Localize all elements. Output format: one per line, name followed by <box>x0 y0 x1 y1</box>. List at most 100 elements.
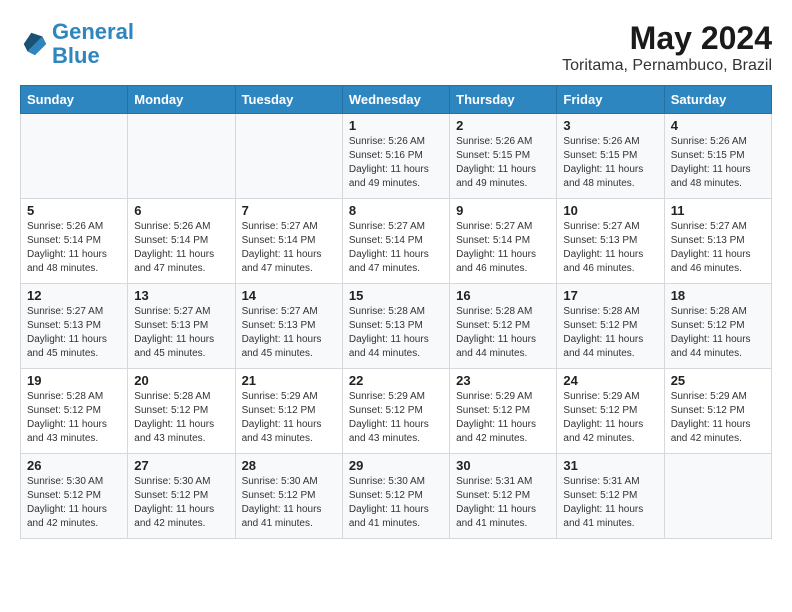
calendar-cell: 29 Sunrise: 5:30 AM Sunset: 5:12 PM Dayli… <box>342 454 449 539</box>
day-number: 11 <box>671 203 765 218</box>
calendar-cell: 22 Sunrise: 5:29 AM Sunset: 5:12 PM Dayli… <box>342 369 449 454</box>
day-info: Sunrise: 5:29 AM Sunset: 5:12 PM Dayligh… <box>242 390 336 446</box>
calendar-cell: 19 Sunrise: 5:28 AM Sunset: 5:12 PM Dayli… <box>21 369 128 454</box>
day-number: 4 <box>671 118 765 133</box>
day-info: Sunrise: 5:28 AM Sunset: 5:12 PM Dayligh… <box>563 305 657 361</box>
calendar-cell: 28 Sunrise: 5:30 AM Sunset: 5:12 PM Dayli… <box>235 454 342 539</box>
day-number: 7 <box>242 203 336 218</box>
day-info: Sunrise: 5:27 AM Sunset: 5:14 PM Dayligh… <box>456 220 550 276</box>
day-number: 13 <box>134 288 228 303</box>
day-info: Sunrise: 5:28 AM Sunset: 5:12 PM Dayligh… <box>27 390 121 446</box>
day-info: Sunrise: 5:30 AM Sunset: 5:12 PM Dayligh… <box>242 475 336 531</box>
day-number: 31 <box>563 458 657 473</box>
day-number: 23 <box>456 373 550 388</box>
day-info: Sunrise: 5:28 AM Sunset: 5:13 PM Dayligh… <box>349 305 443 361</box>
day-number: 27 <box>134 458 228 473</box>
calendar-cell: 12Sunrise: 5:27 AM Sunset: 5:13 PM Dayli… <box>21 284 128 369</box>
day-info: Sunrise: 5:26 AM Sunset: 5:14 PM Dayligh… <box>134 220 228 276</box>
day-number: 14 <box>242 288 336 303</box>
day-number: 18 <box>671 288 765 303</box>
day-info: Sunrise: 5:26 AM Sunset: 5:14 PM Dayligh… <box>27 220 121 276</box>
day-info: Sunrise: 5:30 AM Sunset: 5:12 PM Dayligh… <box>134 475 228 531</box>
day-info: Sunrise: 5:28 AM Sunset: 5:12 PM Dayligh… <box>134 390 228 446</box>
calendar-cell: 18 Sunrise: 5:28 AM Sunset: 5:12 PM Dayli… <box>664 284 771 369</box>
day-number: 19 <box>27 373 121 388</box>
day-number: 17 <box>563 288 657 303</box>
day-number: 2 <box>456 118 550 133</box>
calendar-cell: 24 Sunrise: 5:29 AM Sunset: 5:12 PM Dayli… <box>557 369 664 454</box>
logo-line2: Blue <box>52 43 100 68</box>
calendar-week-row: 19 Sunrise: 5:28 AM Sunset: 5:12 PM Dayli… <box>21 369 772 454</box>
calendar-table: SundayMondayTuesdayWednesdayThursdayFrid… <box>20 85 772 539</box>
day-number: 26 <box>27 458 121 473</box>
calendar-cell <box>235 114 342 199</box>
day-number: 29 <box>349 458 443 473</box>
calendar-cell: 26 Sunrise: 5:30 AM Sunset: 5:12 PM Dayli… <box>21 454 128 539</box>
calendar-cell: 21Sunrise: 5:29 AM Sunset: 5:12 PM Dayli… <box>235 369 342 454</box>
calendar-cell: 7 Sunrise: 5:27 AM Sunset: 5:14 PM Daylig… <box>235 199 342 284</box>
calendar-cell: 27 Sunrise: 5:30 AM Sunset: 5:12 PM Dayli… <box>128 454 235 539</box>
calendar-cell: 10Sunrise: 5:27 AM Sunset: 5:13 PM Dayli… <box>557 199 664 284</box>
day-info: Sunrise: 5:29 AM Sunset: 5:12 PM Dayligh… <box>563 390 657 446</box>
calendar-cell: 17 Sunrise: 5:28 AM Sunset: 5:12 PM Dayli… <box>557 284 664 369</box>
day-info: Sunrise: 5:28 AM Sunset: 5:12 PM Dayligh… <box>456 305 550 361</box>
day-number: 22 <box>349 373 443 388</box>
day-info: Sunrise: 5:26 AM Sunset: 5:16 PM Dayligh… <box>349 135 443 191</box>
calendar-cell: 15Sunrise: 5:28 AM Sunset: 5:13 PM Dayli… <box>342 284 449 369</box>
calendar-cell: 3Sunrise: 5:26 AM Sunset: 5:15 PM Daylig… <box>557 114 664 199</box>
calendar-week-row: 5 Sunrise: 5:26 AM Sunset: 5:14 PM Daylig… <box>21 199 772 284</box>
day-info: Sunrise: 5:26 AM Sunset: 5:15 PM Dayligh… <box>671 135 765 191</box>
day-number: 3 <box>563 118 657 133</box>
calendar-cell: 2Sunrise: 5:26 AM Sunset: 5:15 PM Daylig… <box>450 114 557 199</box>
weekday-header-saturday: Saturday <box>664 86 771 114</box>
day-number: 1 <box>349 118 443 133</box>
calendar-cell: 5 Sunrise: 5:26 AM Sunset: 5:14 PM Daylig… <box>21 199 128 284</box>
weekday-header-friday: Friday <box>557 86 664 114</box>
day-info: Sunrise: 5:30 AM Sunset: 5:12 PM Dayligh… <box>349 475 443 531</box>
calendar-cell: 11 Sunrise: 5:27 AM Sunset: 5:13 PM Dayli… <box>664 199 771 284</box>
weekday-header-row: SundayMondayTuesdayWednesdayThursdayFrid… <box>21 86 772 114</box>
day-number: 20 <box>134 373 228 388</box>
calendar-cell: 8 Sunrise: 5:27 AM Sunset: 5:14 PM Daylig… <box>342 199 449 284</box>
day-number: 5 <box>27 203 121 218</box>
day-info: Sunrise: 5:27 AM Sunset: 5:14 PM Dayligh… <box>242 220 336 276</box>
calendar-week-row: 26 Sunrise: 5:30 AM Sunset: 5:12 PM Dayli… <box>21 454 772 539</box>
day-number: 16 <box>456 288 550 303</box>
calendar-cell <box>21 114 128 199</box>
logo-text: General Blue <box>52 20 134 68</box>
logo-line1: General <box>52 19 134 44</box>
calendar-cell: 23 Sunrise: 5:29 AM Sunset: 5:12 PM Dayli… <box>450 369 557 454</box>
calendar-cell: 9 Sunrise: 5:27 AM Sunset: 5:14 PM Daylig… <box>450 199 557 284</box>
day-info: Sunrise: 5:29 AM Sunset: 5:12 PM Dayligh… <box>349 390 443 446</box>
day-number: 30 <box>456 458 550 473</box>
weekday-header-monday: Monday <box>128 86 235 114</box>
day-number: 9 <box>456 203 550 218</box>
day-info: Sunrise: 5:31 AM Sunset: 5:12 PM Dayligh… <box>456 475 550 531</box>
month-year: May 2024 <box>562 20 772 57</box>
calendar-cell: 30 Sunrise: 5:31 AM Sunset: 5:12 PM Dayli… <box>450 454 557 539</box>
calendar-cell <box>128 114 235 199</box>
day-number: 6 <box>134 203 228 218</box>
day-number: 10 <box>563 203 657 218</box>
page-header: General Blue May 2024 Toritama, Pernambu… <box>20 20 772 75</box>
calendar-cell: 1 Sunrise: 5:26 AM Sunset: 5:16 PM Daylig… <box>342 114 449 199</box>
day-info: Sunrise: 5:27 AM Sunset: 5:13 PM Dayligh… <box>27 305 121 361</box>
day-number: 24 <box>563 373 657 388</box>
logo: General Blue <box>20 20 134 68</box>
day-info: Sunrise: 5:30 AM Sunset: 5:12 PM Dayligh… <box>27 475 121 531</box>
calendar-cell: 6 Sunrise: 5:26 AM Sunset: 5:14 PM Daylig… <box>128 199 235 284</box>
day-info: Sunrise: 5:28 AM Sunset: 5:12 PM Dayligh… <box>671 305 765 361</box>
day-info: Sunrise: 5:27 AM Sunset: 5:14 PM Dayligh… <box>349 220 443 276</box>
calendar-cell: 16 Sunrise: 5:28 AM Sunset: 5:12 PM Dayli… <box>450 284 557 369</box>
calendar-cell: 14 Sunrise: 5:27 AM Sunset: 5:13 PM Dayli… <box>235 284 342 369</box>
day-number: 28 <box>242 458 336 473</box>
day-info: Sunrise: 5:29 AM Sunset: 5:12 PM Dayligh… <box>456 390 550 446</box>
day-info: Sunrise: 5:29 AM Sunset: 5:12 PM Dayligh… <box>671 390 765 446</box>
weekday-header-thursday: Thursday <box>450 86 557 114</box>
day-info: Sunrise: 5:27 AM Sunset: 5:13 PM Dayligh… <box>242 305 336 361</box>
day-number: 8 <box>349 203 443 218</box>
title-block: May 2024 Toritama, Pernambuco, Brazil <box>562 20 772 75</box>
calendar-cell <box>664 454 771 539</box>
calendar-cell: 4 Sunrise: 5:26 AM Sunset: 5:15 PM Daylig… <box>664 114 771 199</box>
day-info: Sunrise: 5:27 AM Sunset: 5:13 PM Dayligh… <box>671 220 765 276</box>
